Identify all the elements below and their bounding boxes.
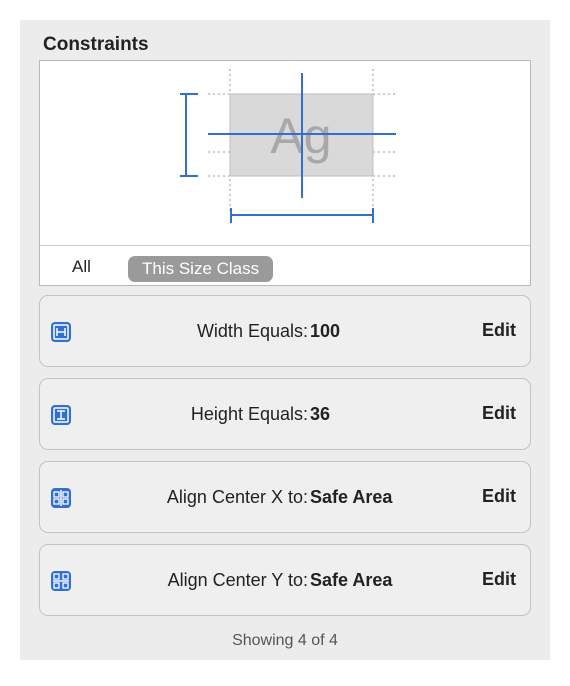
constraint-value: 100	[310, 321, 341, 341]
constraint-label: Width Equals:	[196, 321, 308, 341]
constraint-value: Safe Area	[310, 570, 393, 590]
edit-button[interactable]: Edit	[482, 403, 516, 424]
constraint-row-center-x[interactable]: Align Center X to: Safe Area Edit	[39, 461, 531, 533]
constraint-label: Height Equals:	[190, 404, 308, 424]
align-center-x-icon	[51, 488, 71, 508]
filter-all[interactable]: All	[72, 257, 91, 277]
size-class-filter: All This Size Class	[40, 245, 530, 285]
width-constraint-icon	[51, 322, 71, 342]
constraint-value: 36	[310, 404, 331, 424]
constraint-label: Align Center X to:	[166, 487, 308, 507]
constraint-row-width[interactable]: Width Equals: 100 Edit	[39, 295, 531, 367]
filter-this-size-class[interactable]: This Size Class	[128, 256, 274, 282]
constraint-diagram: Ag	[180, 69, 396, 223]
align-center-y-icon	[51, 571, 71, 591]
edit-button[interactable]: Edit	[482, 486, 516, 507]
constraint-label: Align Center Y to:	[167, 570, 308, 590]
constraint-value: Safe Area	[310, 487, 393, 507]
section-title: Constraints	[43, 34, 149, 55]
status-text: Showing 4 of 4	[232, 632, 338, 649]
height-constraint-icon	[51, 405, 71, 425]
edit-button[interactable]: Edit	[482, 569, 516, 590]
edit-button[interactable]: Edit	[482, 320, 516, 341]
constraint-preview: Ag All This Size Class	[39, 60, 531, 286]
constraint-row-height[interactable]: Height Equals: 36 Edit	[39, 378, 531, 450]
constraint-row-center-y[interactable]: Align Center Y to: Safe Area Edit	[39, 544, 531, 616]
